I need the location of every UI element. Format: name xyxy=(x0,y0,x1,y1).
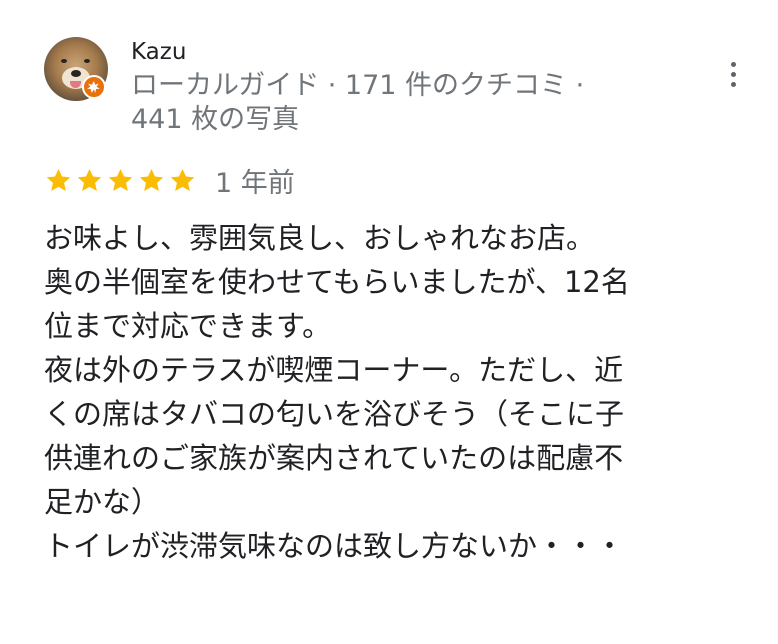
review-text: お味よし、雰囲気良し、おしゃれなお店。 奥の半個室を使わせてもらいましたが、12名… xyxy=(44,216,756,568)
review-line: 供連れのご家族が案内されていたのは配慮不 xyxy=(44,441,624,475)
more-options-button[interactable] xyxy=(718,54,748,94)
reviewer-avatar[interactable] xyxy=(44,37,108,101)
reviewer-name[interactable]: Kazu xyxy=(131,38,186,66)
more-vert-icon xyxy=(730,61,736,67)
review-line: 奥の半個室を使わせてもらいましたが、12名 xyxy=(44,265,630,299)
review-line: トイレが渋滞気味なのは致し方ないか・・・ xyxy=(44,529,625,563)
star-rating xyxy=(44,166,197,195)
star-icon xyxy=(139,168,164,191)
review-date: 1 年前 xyxy=(215,167,295,199)
star-icon xyxy=(77,168,102,191)
star-icon xyxy=(170,168,195,191)
reviewer-meta-line-1: ローカルガイド · 171 件のクチコミ · xyxy=(131,70,585,101)
rating-row: 1 年前 xyxy=(44,162,295,199)
review-line: 夜は外のテラスが喫煙コーナー。ただし、近 xyxy=(44,353,624,387)
review-line: 足かな） xyxy=(44,485,161,519)
star-icon xyxy=(46,168,71,191)
review-line: お味よし、雰囲気良し、おしゃれなお店。 xyxy=(44,221,596,255)
star-icon xyxy=(108,168,133,191)
local-guide-badge-icon xyxy=(82,75,106,99)
reviewer-meta-line-2: 441 枚の写真 xyxy=(131,104,300,135)
review-line: くの席はタバコの匂いを浴びそう（そこに子 xyxy=(44,397,625,431)
reviewer-meta: ローカルガイド · 171 件のクチコミ · 441 枚の写真 xyxy=(131,69,691,137)
review-line: 位まで対応できます。 xyxy=(44,309,332,343)
